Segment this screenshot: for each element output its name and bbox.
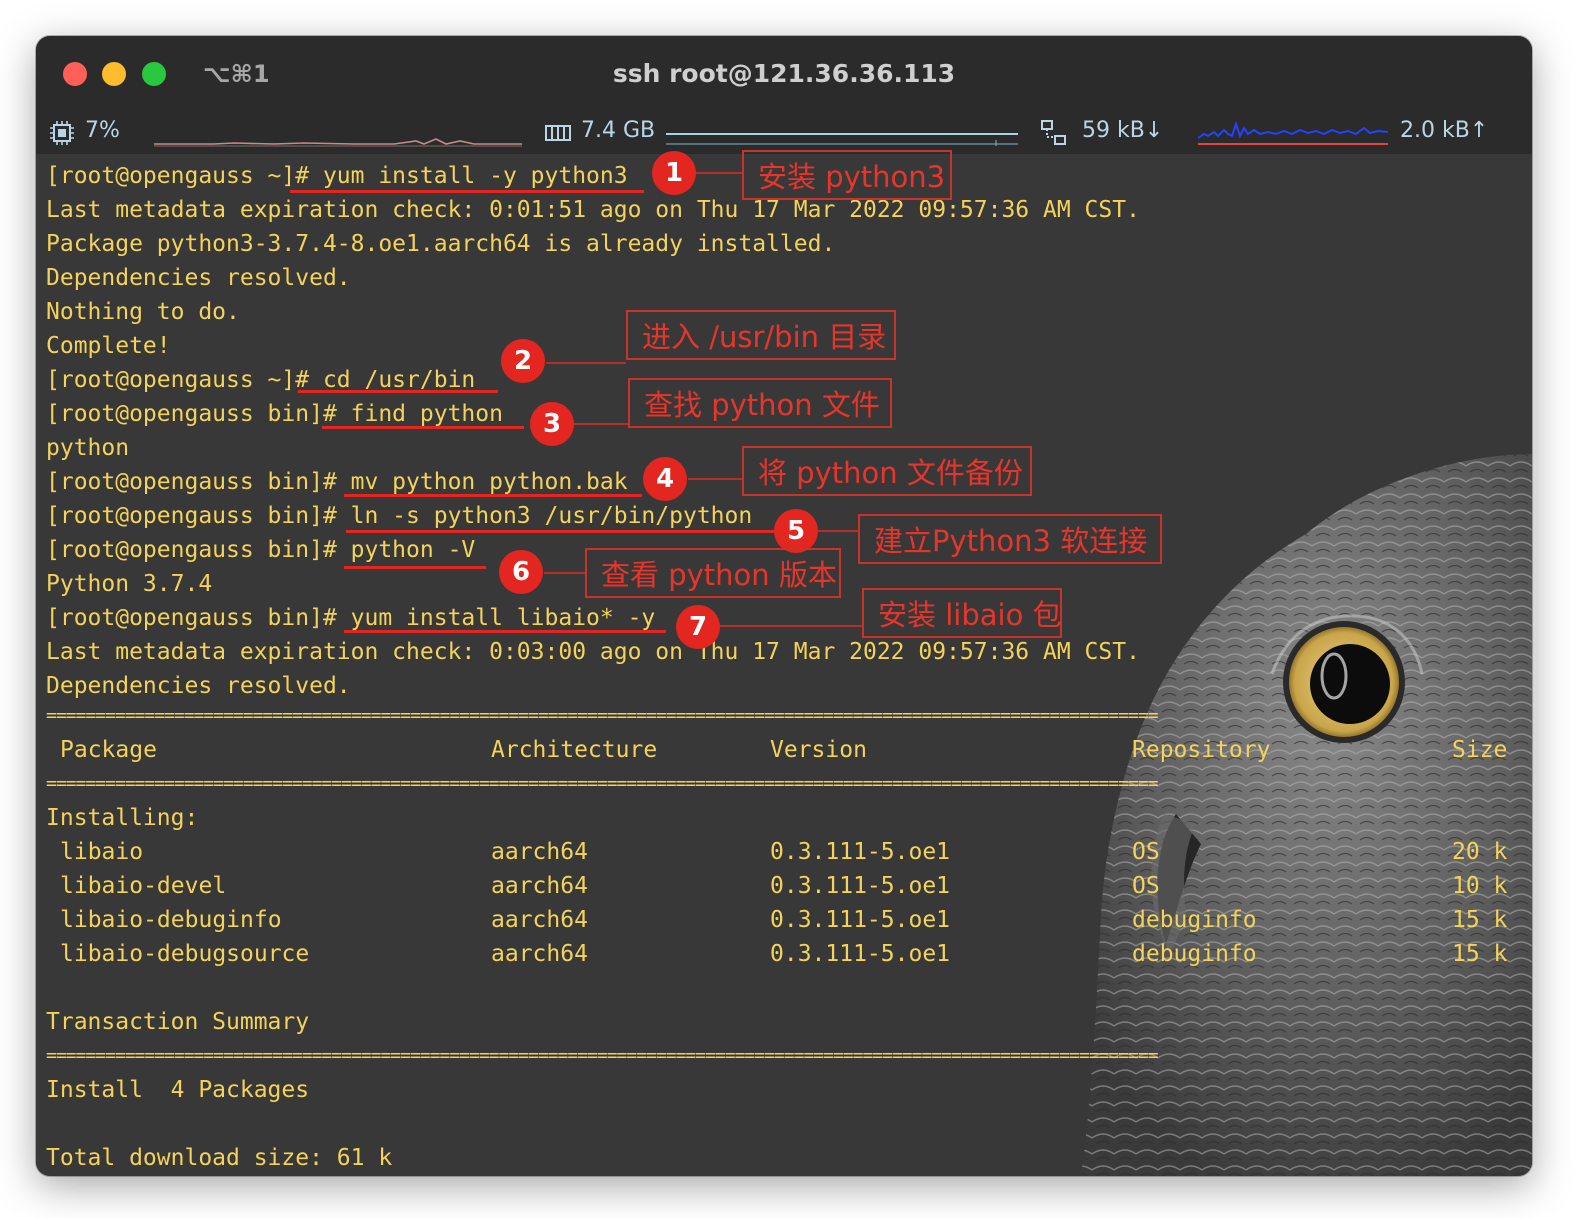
- terminal-line: [root@opengauss bin]# yum install libaio…: [46, 605, 656, 631]
- table-cell-size: 10 k: [1452, 873, 1508, 899]
- cpu-icon: [50, 121, 74, 145]
- table-cell-version: 0.3.111-5.oe1: [770, 941, 951, 967]
- terminal-line: python: [46, 435, 130, 461]
- separator-rule: ========================================…: [46, 777, 1159, 791]
- table-cell-repo: OS: [1132, 873, 1160, 899]
- table-cell-version: 0.3.111-5.oe1: [770, 839, 951, 865]
- terminal-content[interactable]: [root@opengauss ~]# yum install -y pytho…: [36, 154, 1532, 1176]
- network-icon: [1041, 120, 1066, 145]
- terminal-line: Dependencies resolved.: [46, 673, 351, 699]
- table-cell-repo: OS: [1132, 839, 1160, 865]
- memory-icon: [545, 125, 571, 141]
- total-download-line: Total download size: 61 k: [46, 1145, 393, 1171]
- terminal-line: Last metadata expiration check: 0:03:00 …: [46, 639, 1140, 665]
- terminal-line: [root@opengauss ~]# yum install -y pytho…: [46, 163, 628, 189]
- table-cell-arch: aarch64: [491, 941, 588, 967]
- table-cell-size: 15 k: [1452, 941, 1508, 967]
- table-cell-repo: debuginfo: [1132, 941, 1257, 967]
- window-title: ssh root@121.36.36.113: [612, 59, 956, 88]
- table-cell-arch: aarch64: [491, 907, 588, 933]
- cpu-usage: 7%: [85, 118, 120, 143]
- status-bar: 7% 7.4 GB 59 kB↓ 2.0 kB↑: [36, 110, 1532, 154]
- terminal-line: [root@opengauss ~]# cd /usr/bin: [46, 367, 476, 393]
- network-up: 2.0 kB↑: [1400, 118, 1489, 143]
- terminal-line: Last metadata expiration check: 0:01:51 …: [46, 197, 1140, 223]
- terminal-line: Python 3.7.4: [46, 571, 213, 597]
- terminal-line: Nothing to do.: [46, 299, 240, 325]
- table-cell-package: libaio-debugsource: [60, 941, 310, 967]
- table-cell-package: libaio-devel: [60, 873, 227, 899]
- table-header-size: Size: [1452, 737, 1508, 763]
- table-header-package: Package: [60, 737, 157, 763]
- terminal-line: Package python3-3.7.4-8.oe1.aarch64 is a…: [46, 231, 836, 257]
- table-cell-package: libaio-debuginfo: [60, 907, 282, 933]
- network-sparkline: [1198, 120, 1388, 145]
- terminal-line: [root@opengauss bin]# mv python python.b…: [46, 469, 628, 495]
- table-cell-size: 20 k: [1452, 839, 1508, 865]
- transaction-summary-title: Transaction Summary: [46, 1009, 310, 1035]
- table-cell-repo: debuginfo: [1132, 907, 1257, 933]
- table-cell-arch: aarch64: [491, 873, 588, 899]
- table-cell-version: 0.3.111-5.oe1: [770, 873, 951, 899]
- memory-sparkline: [666, 133, 1018, 146]
- table-header-version: Version: [770, 737, 867, 763]
- terminal-line: [root@opengauss bin]# find python: [46, 401, 503, 427]
- network-down: 59 kB↓: [1082, 118, 1164, 143]
- table-cell-arch: aarch64: [491, 839, 588, 865]
- memory-usage: 7.4 GB: [581, 118, 656, 143]
- separator-rule: ========================================…: [46, 1049, 1159, 1063]
- table-header-repository: Repository: [1132, 737, 1271, 763]
- terminal-line: Complete!: [46, 333, 171, 359]
- title-bar: ⌥⌘1 ssh root@121.36.36.113: [36, 36, 1532, 110]
- table-cell-size: 15 k: [1452, 907, 1508, 933]
- separator-rule: ========================================…: [46, 709, 1159, 723]
- terminal-line: [root@opengauss bin]# python -V: [46, 537, 476, 563]
- terminal-line: [root@opengauss bin]# ln -s python3 /usr…: [46, 503, 753, 529]
- terminal-window: ⌥⌘1 ssh root@121.36.36.113 7% 7.4 GB 59 …: [36, 36, 1532, 1176]
- cpu-sparkline: [154, 138, 522, 147]
- table-cell-version: 0.3.111-5.oe1: [770, 907, 951, 933]
- terminal-line: Dependencies resolved.: [46, 265, 351, 291]
- install-count-line: Install 4 Packages: [46, 1077, 310, 1103]
- table-header-architecture: Architecture: [491, 737, 658, 763]
- table-cell-package: libaio: [60, 839, 144, 865]
- section-installing: Installing:: [46, 805, 199, 831]
